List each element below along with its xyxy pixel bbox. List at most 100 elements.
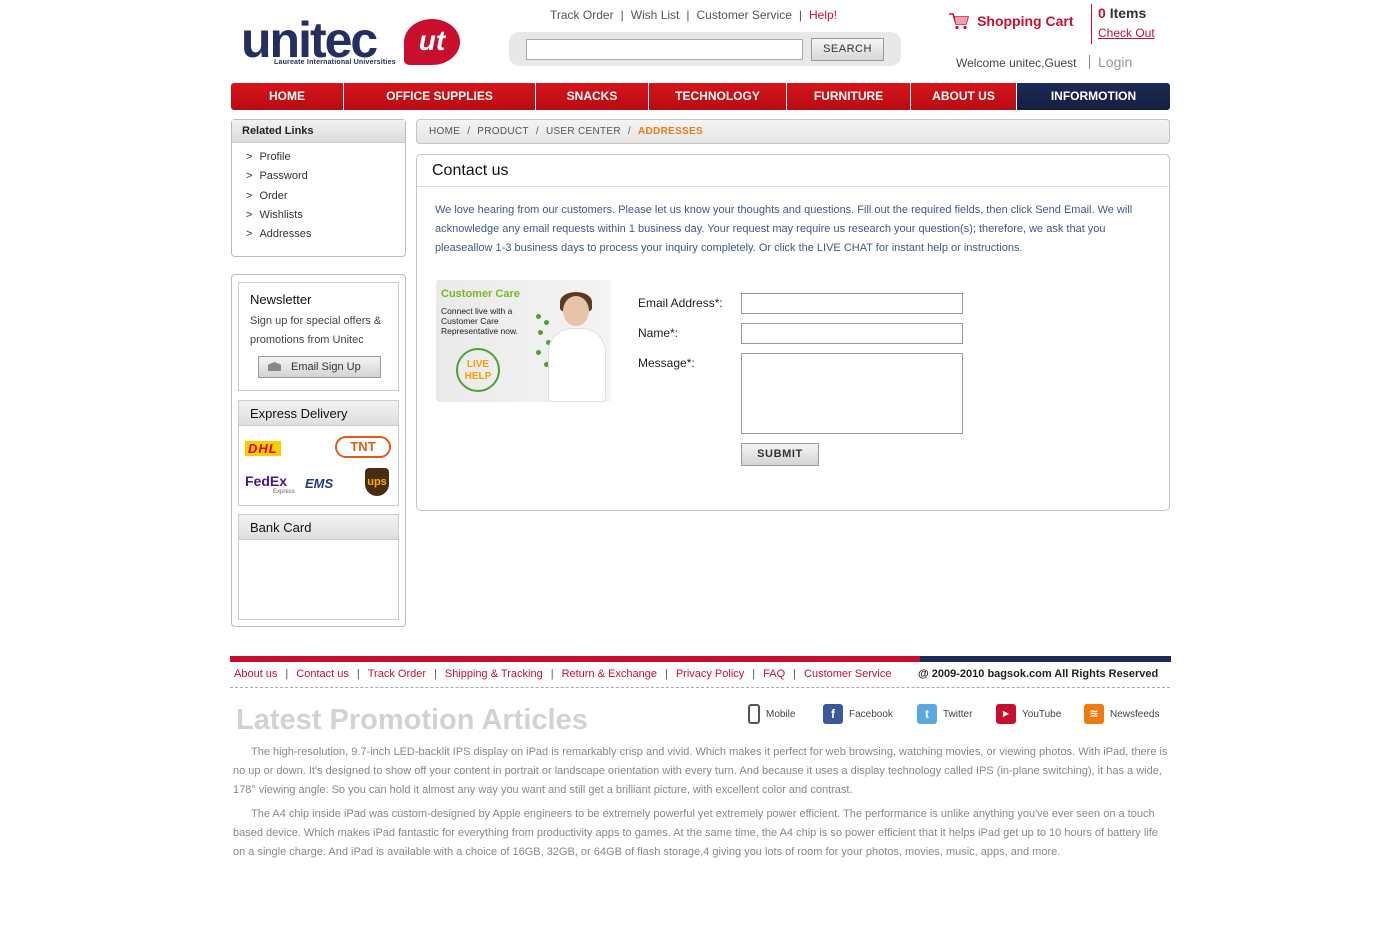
separator [1089, 55, 1090, 69]
name-field[interactable] [741, 323, 963, 344]
contact-panel: Contact us We love hearing from our cust… [416, 154, 1170, 511]
top-link-wish-list[interactable]: Wish List [631, 8, 680, 22]
ups-logo: ups [365, 468, 389, 496]
footer-link-privacy-policy[interactable]: Privacy Policy [676, 668, 744, 680]
promo-title: Latest Promotion Articles [236, 704, 588, 736]
related-links-title: Related Links [232, 120, 405, 143]
footer-link-track-order[interactable]: Track Order [368, 668, 426, 680]
related-link-addresses[interactable]: > Addresses [246, 228, 405, 247]
message-label: Message*: [638, 356, 695, 370]
cart-count: 0 [1098, 5, 1106, 21]
cart-items-word: Items [1109, 5, 1147, 21]
promo-paragraph-2: The A4 chip inside iPad was custom-desig… [233, 808, 1158, 858]
message-field[interactable] [741, 353, 963, 434]
footer-divider [230, 687, 1170, 688]
search-input[interactable] [526, 39, 803, 60]
customer-care-text: Connect live with a Customer Care Repres… [441, 306, 519, 336]
page-title: Contact us [417, 155, 1169, 187]
rss-icon: ≋ [1084, 704, 1104, 725]
nav-office-supplies[interactable]: OFFICE SUPPLIES [344, 83, 536, 110]
related-link-profile[interactable]: > Profile [246, 151, 405, 170]
login-link[interactable]: Login [1098, 54, 1132, 70]
social-facebook[interactable]: f Facebook [823, 704, 893, 726]
bank-card-panel: Bank Card [238, 514, 399, 620]
contact-intro: We love hearing from our customers. Plea… [435, 204, 1133, 254]
social-youtube[interactable]: ▶ YouTube [996, 704, 1061, 726]
live-help-button[interactable]: LIVE HELP [456, 348, 500, 392]
top-link-help[interactable]: Help! [809, 8, 837, 22]
nav-snacks[interactable]: SNACKS [536, 83, 649, 110]
submit-button[interactable]: SUBMIT [741, 443, 819, 466]
checkout-link[interactable]: Check Out [1098, 26, 1155, 40]
twitter-icon: t [917, 704, 937, 725]
related-link-wishlists[interactable]: > Wishlists [246, 209, 405, 228]
newsletter-text: Sign up for special offers & promotions … [250, 315, 382, 346]
nav-furniture[interactable]: FURNITURE [787, 83, 911, 110]
footer-link-shipping-tracking[interactable]: Shipping & Tracking [445, 668, 543, 680]
welcome-text: Welcome unitec,Guest [956, 56, 1077, 70]
ems-logo: EMS [305, 476, 334, 491]
express-delivery-title: Express Delivery [239, 401, 398, 426]
related-link-order[interactable]: > Order [246, 190, 405, 209]
nav-about-us[interactable]: ABOUT US [911, 83, 1017, 110]
sidebar-promo-box: Newsletter Sign up for special offers & … [231, 274, 406, 627]
footer-link-return-exchange[interactable]: Return & Exchange [562, 668, 657, 680]
name-label: Name*: [638, 326, 679, 340]
cart-divider [1091, 4, 1092, 44]
site-logo[interactable]: unitec ut Laureate International Univers… [241, 14, 461, 70]
social-twitter[interactable]: t Twitter [917, 704, 972, 726]
newsletter-title: Newsletter [250, 292, 312, 307]
youtube-icon: ▶ [996, 704, 1016, 725]
tnt-logo: TNT [335, 436, 391, 458]
fedex-logo: FedEx [245, 473, 288, 489]
facebook-icon: f [823, 704, 843, 725]
separator: | [798, 8, 802, 22]
shopping-cart[interactable]: Shopping Cart [948, 12, 1074, 30]
email-signup-button[interactable]: Email Sign Up [258, 356, 381, 378]
footer-bar-navy [920, 656, 1171, 662]
nav-technology[interactable]: TECHNOLOGY [649, 83, 787, 110]
express-delivery-panel: Express Delivery DHL TNT FedEx Express E… [238, 400, 399, 506]
social-newsfeeds[interactable]: ≋ Newsfeeds [1084, 704, 1159, 726]
logo-subtitle: Laureate International Universities [274, 59, 396, 66]
customer-care-title: Customer Care [441, 288, 520, 300]
footer-link-contact-us[interactable]: Contact us [296, 668, 349, 680]
nav-home[interactable]: HOME [231, 83, 344, 110]
related-links-box: Related Links > Profile > Password > Order … [231, 119, 406, 257]
support-agent-image [546, 288, 611, 402]
top-link-track-order[interactable]: Track Order [550, 8, 614, 22]
top-links: Track Order | Wish List | Customer Service | H… [550, 8, 837, 22]
search-button[interactable]: SEARCH [811, 38, 884, 61]
footer-link-about-us[interactable]: About us [234, 668, 277, 680]
cart-label: Shopping Cart [977, 13, 1074, 29]
copyright: @ 2009-2010 bagsok.com All Rights Reserv… [918, 668, 1159, 680]
email-label: Email Address*: [638, 296, 723, 310]
breadcrumb-user-center[interactable]: USER CENTER [546, 126, 621, 137]
main-nav: HOME OFFICE SUPPLIES SNACKS TECHNOLOGY F… [231, 83, 1170, 110]
logo-badge: ut [404, 19, 460, 65]
footer-bar-red [230, 656, 920, 662]
breadcrumb-current: ADDRESSES [638, 126, 703, 137]
mobile-icon [748, 704, 760, 725]
customer-care-banner[interactable]: Customer Care Connect live with a Custom… [436, 280, 611, 402]
separator: | [686, 8, 690, 22]
fedex-subtitle: Express [273, 489, 295, 495]
bank-card-title: Bank Card [239, 515, 398, 540]
cart-icon [949, 13, 970, 30]
separator: | [620, 8, 624, 22]
footer-link-faq[interactable]: FAQ [763, 668, 785, 680]
related-link-password[interactable]: > Password [246, 170, 405, 189]
top-link-customer-service[interactable]: Customer Service [697, 8, 792, 22]
nav-information[interactable]: INFORMOTION [1017, 83, 1170, 110]
email-field[interactable] [741, 293, 963, 314]
breadcrumb-product[interactable]: PRODUCT [477, 126, 529, 137]
dhl-logo: DHL [245, 441, 281, 456]
search-bar: SEARCH [509, 32, 901, 66]
social-mobile[interactable]: Mobile [748, 704, 795, 726]
footer-link-customer-service[interactable]: Customer Service [804, 668, 891, 680]
breadcrumb-home[interactable]: HOME [429, 126, 460, 137]
related-links-list: > Profile > Password > Order > Wishlists > Ad… [232, 143, 405, 253]
breadcrumb: HOME / PRODUCT / USER CENTER / ADDRESSES [416, 119, 1170, 144]
envelope-icon [268, 362, 281, 371]
promo-paragraph-1: The high-resolution, 9.7-inch LED-backli… [233, 746, 1168, 796]
